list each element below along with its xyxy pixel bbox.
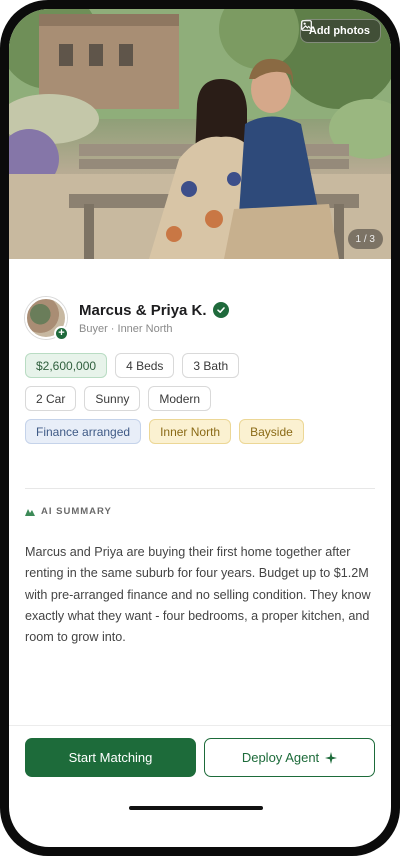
couple-photo[interactable]: Add photos 1 / 3 [9, 9, 391, 259]
chip-baths[interactable]: 3 Bath [182, 353, 240, 378]
photo-counter: 1 / 3 [347, 229, 383, 249]
buyer-name: Marcus & Priya K. [79, 301, 207, 319]
ai-summary-label: AI SUMMARY [41, 506, 112, 517]
chip-area-inner-north[interactable]: Inner North [149, 419, 232, 444]
chip-budget[interactable]: $2,600,000 [25, 353, 108, 378]
ai-summary-text: Marcus and Priya are buying their first … [25, 545, 371, 645]
chip-beds[interactable]: 4 Beds [115, 353, 175, 378]
add-photos-button[interactable]: Add photos [299, 19, 381, 43]
chip-modern[interactable]: Modern [148, 386, 212, 411]
start-matching-button[interactable]: Start Matching [25, 738, 196, 777]
chip-area-bayside[interactable]: Bayside [239, 419, 304, 444]
verified-check-icon [212, 302, 229, 318]
sparkle-icon [325, 751, 338, 764]
buyer-profile-header: + Marcus & Priya K. Buyer · Inner North [25, 297, 229, 341]
avatar[interactable]: + [25, 297, 69, 341]
start-matching-label: Start Matching [68, 750, 153, 765]
criteria-chips: $2,600,000 4 Beds 3 Bath 2 Car Sunny Mod… [25, 353, 379, 452]
image-icon [300, 20, 312, 31]
deploy-agent-button[interactable]: Deploy Agent [204, 738, 375, 777]
chip-sunny[interactable]: Sunny [84, 386, 141, 411]
add-photos-label: Add photos [308, 25, 370, 37]
home-indicator [129, 806, 263, 810]
phone-frame: Add photos 1 / 3 + Marcus & Priya K. Buy… [0, 0, 400, 856]
chip-finance[interactable]: Finance arranged [25, 419, 142, 444]
ai-sparkle-icon [25, 509, 35, 516]
couple-photo-illustration [9, 9, 391, 259]
screen: Add photos 1 / 3 + Marcus & Priya K. Buy… [9, 9, 391, 847]
buyer-subtitle: Buyer · Inner North [79, 322, 173, 335]
ai-summary-heading: AI SUMMARY [25, 506, 112, 517]
plus-icon: + [54, 326, 69, 341]
divider [25, 488, 375, 489]
chip-car[interactable]: 2 Car [25, 386, 77, 411]
deploy-agent-label: Deploy Agent [241, 750, 320, 765]
footer-divider [9, 725, 391, 726]
